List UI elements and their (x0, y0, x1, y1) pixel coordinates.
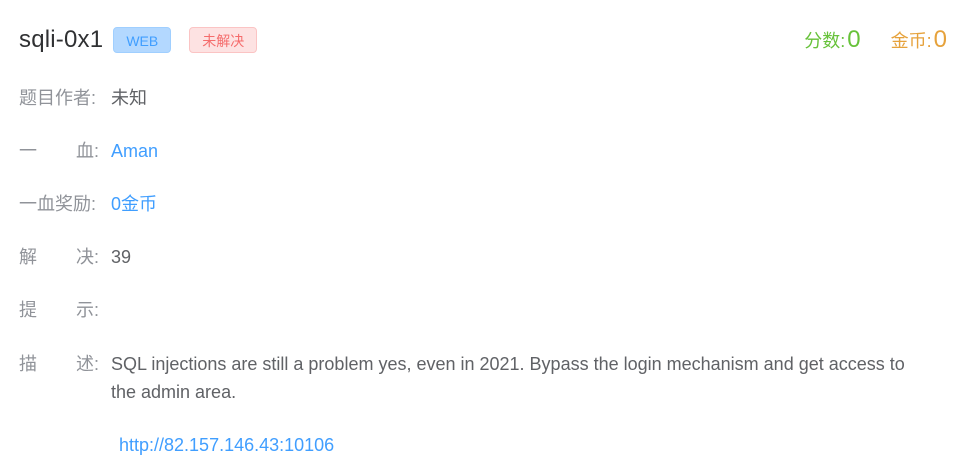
title-group: sqli-0x1 WEB 未解决 (19, 26, 258, 54)
description-colon: : (93, 354, 99, 374)
score-stat: 分数: 0 (804, 26, 860, 54)
author-row: 题目作者: 未知 (19, 84, 147, 112)
score-value: 0 (847, 26, 861, 53)
solved-label-a: 解 (19, 247, 37, 267)
blood-reward-value: 0金币 (111, 194, 158, 214)
author-label: 题目作者 (19, 88, 91, 108)
score-label: 分数: (804, 31, 846, 51)
challenge-url-link[interactable]: http://82.157.146.43:10106 (119, 431, 334, 459)
solved-count: 39 (111, 247, 132, 267)
first-blood-colon: : (93, 141, 99, 161)
solved-label-group: 解 决: (19, 243, 99, 271)
first-blood-label-b: 血 (75, 141, 94, 161)
author-label-group: 题目作者: (19, 84, 99, 112)
blood-reward-label: 一血奖励 (19, 194, 91, 214)
first-blood-row: 一 血: Aman (19, 137, 158, 165)
author-colon: : (91, 88, 97, 108)
hint-label-group: 提 示: (19, 296, 99, 324)
hint-label-a: 提 (19, 300, 37, 320)
solved-row: 解 决: 39 (19, 243, 131, 271)
solved-colon: : (93, 247, 99, 267)
solved-label-b: 决 (75, 247, 94, 267)
hint-row: 提 示: (19, 296, 111, 324)
description-text: SQL injections are still a problem yes, … (111, 354, 905, 402)
coins-value: 0 (933, 26, 947, 53)
stats-group: 分数: 0 金币: 0 (804, 26, 947, 54)
author-value: 未知 (111, 88, 147, 108)
blood-reward-label-group: 一血奖励: (19, 190, 99, 218)
description-row: 描 述: SQL injections are still a problem … (19, 350, 911, 406)
description-label-a: 描 (19, 354, 37, 374)
type-tag: WEB (113, 27, 172, 53)
description-label-group: 描 述: (19, 350, 99, 378)
coins-label: 金币: (890, 31, 932, 51)
blood-reward-row: 一血奖励: 0金币 (19, 190, 157, 218)
hint-colon: : (93, 300, 99, 320)
hint-label-b: 示 (75, 300, 94, 320)
description-label-b: 述 (75, 354, 94, 374)
first-blood-user-link[interactable]: Aman (111, 137, 158, 165)
status-tag: 未解决 (189, 27, 258, 53)
first-blood-label-group: 一 血: (19, 137, 99, 165)
blood-reward-colon: : (91, 194, 97, 214)
first-blood-label-a: 一 (19, 141, 37, 161)
challenge-header: sqli-0x1 WEB 未解决 分数: 0 金币: 0 (19, 22, 947, 58)
coins-stat: 金币: 0 (891, 26, 947, 54)
challenge-title: sqli-0x1 (19, 26, 104, 53)
